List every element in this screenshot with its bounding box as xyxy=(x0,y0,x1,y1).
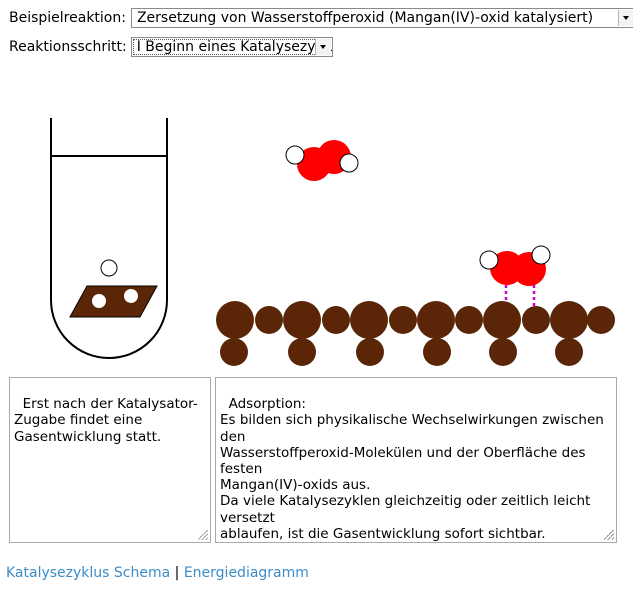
catalyst-pore xyxy=(124,289,138,303)
catalyst-atom xyxy=(255,306,283,334)
catalyst-atom xyxy=(322,306,350,334)
catalyst-atom xyxy=(417,301,455,339)
catalyst-atom xyxy=(283,301,321,339)
link-catalysis-schema[interactable]: Katalysezyklus Schema xyxy=(6,565,170,581)
resize-grip-icon[interactable] xyxy=(604,530,614,540)
test-tube xyxy=(50,118,168,359)
catalyst-atom xyxy=(423,338,451,366)
catalyst-atom xyxy=(522,306,550,334)
explanation-text: Adsorption: Es bilden sich physikalische… xyxy=(220,396,604,542)
catalyst-pore xyxy=(92,294,106,308)
hydrogen-atom xyxy=(339,153,359,173)
link-separator: | xyxy=(174,565,180,581)
reaction-animation xyxy=(50,118,615,366)
link-energy-diagram[interactable]: Energiediagramm xyxy=(184,565,309,581)
observation-text: Erst nach der Katalysator- Zugabe findet… xyxy=(14,396,198,445)
catalyst-atom xyxy=(555,338,583,366)
catalyst-atom xyxy=(455,306,483,334)
catalyst-atom xyxy=(350,301,388,339)
footer-links: Katalysezyklus Schema | Energiediagramm xyxy=(6,565,309,581)
observation-textarea[interactable]: Erst nach der Katalysator- Zugabe findet… xyxy=(9,377,211,543)
explanation-textarea[interactable]: Adsorption: Es bilden sich physikalische… xyxy=(215,377,617,543)
catalyst-atom xyxy=(550,301,588,339)
h2o2-molecule-adsorbed xyxy=(479,245,551,306)
catalyst-atom xyxy=(220,338,248,366)
catalyst-atom xyxy=(483,301,521,339)
gas-bubble xyxy=(100,259,118,277)
catalyst-atom xyxy=(356,338,384,366)
catalyst-atom xyxy=(587,306,615,334)
catalyst-atom xyxy=(288,338,316,366)
hydrogen-atom xyxy=(479,250,499,270)
hydrogen-atom xyxy=(285,145,305,165)
hydrogen-atom xyxy=(531,245,551,265)
catalyst-atom xyxy=(216,301,254,339)
catalyst-atom xyxy=(389,306,417,334)
catalyst-atom xyxy=(489,338,517,366)
resize-grip-icon[interactable] xyxy=(198,530,208,540)
catalyst-piece xyxy=(69,285,158,318)
catalyst-surface xyxy=(216,301,615,366)
h2o2-molecule-free xyxy=(285,140,359,181)
